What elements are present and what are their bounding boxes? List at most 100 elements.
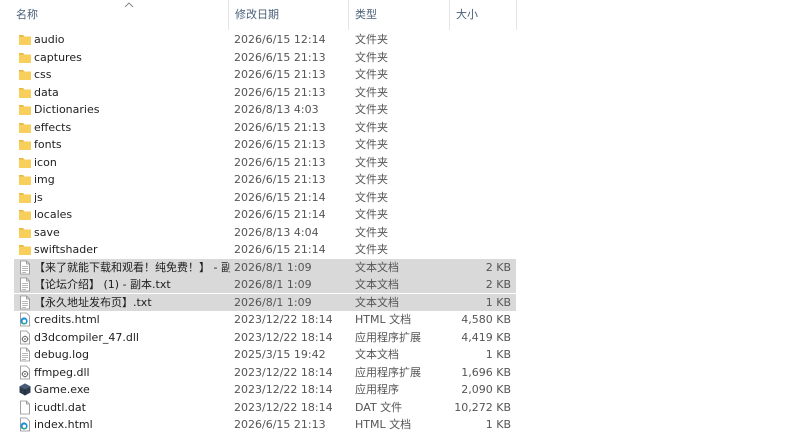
file-modified-date: 2026/6/15 12:14 [234, 33, 326, 46]
text-file-icon [18, 295, 32, 310]
text-file-icon [18, 260, 32, 275]
file-type: 文件夹 [355, 155, 388, 169]
folder-icon [18, 50, 32, 65]
folder-icon [18, 242, 32, 257]
file-row[interactable]: index.html 2026/6/15 21:13 HTML 文档 1 KB [14, 416, 516, 433]
file-size: 1 KB [485, 348, 511, 361]
file-row[interactable]: js 2026/6/15 21:14 文件夹 [14, 189, 516, 206]
file-row[interactable]: icon 2026/6/15 21:13 文件夹 [14, 154, 516, 171]
file-name: 【来了就能下载和观看！纯免费！】 - 副... [34, 260, 230, 274]
file-size [450, 189, 511, 206]
file-row[interactable]: locales 2026/6/15 21:14 文件夹 [14, 206, 516, 223]
file-row[interactable]: swiftshader 2026/6/15 21:14 文件夹 [14, 241, 516, 258]
file-name: icon [34, 155, 57, 169]
column-header-type[interactable]: 类型 [348, 0, 449, 30]
file-size: 2,090 KB [461, 383, 511, 396]
file-size: 1,696 KB [461, 365, 511, 379]
folder-icon [18, 102, 32, 117]
file-size [450, 171, 511, 188]
file-name: icudtl.dat [34, 400, 86, 414]
file-name: 【论坛介绍】 (1) - 副本.txt [34, 278, 171, 291]
folder-icon [18, 67, 32, 82]
file-type: DAT 文件 [355, 400, 403, 414]
file-size: 1 KB [485, 295, 511, 309]
file-type: 文本文档 [355, 278, 399, 291]
file-type: 文件夹 [355, 33, 388, 46]
file-row[interactable]: ffmpeg.dll 2023/12/22 18:14 应用程序扩展 1,696… [14, 364, 516, 381]
file-name: fonts [34, 138, 62, 151]
file-size: 2 KB [485, 260, 511, 274]
file-size [450, 241, 511, 258]
file-row[interactable]: debug.log 2025/3/15 19:42 文本文档 1 KB [14, 346, 516, 363]
file-type: 文件夹 [355, 103, 388, 116]
file-row[interactable]: 【论坛介绍】 (1) - 副本.txt 2026/8/1 1:09 文本文档 2… [14, 276, 516, 293]
file-type: 文件夹 [355, 173, 388, 186]
file-name: js [34, 190, 43, 204]
edge-html-icon [18, 312, 32, 327]
column-header-type-label: 类型 [355, 8, 377, 21]
file-name: save [34, 225, 60, 239]
file-size: 4,419 KB [461, 330, 511, 344]
file-size: 1 KB [485, 418, 511, 431]
column-header-size[interactable]: 大小 [449, 0, 517, 30]
file-row[interactable]: css 2026/6/15 21:13 文件夹 [14, 66, 516, 83]
file-name: 【永久地址发布页】.txt [34, 295, 152, 309]
file-name: Game.exe [34, 383, 90, 396]
file-size [450, 119, 511, 136]
file-name: css [34, 68, 52, 81]
file-modified-date: 2026/8/1 1:09 [234, 260, 312, 274]
column-header-name[interactable]: 名称 [10, 0, 225, 30]
file-row[interactable]: icudtl.dat 2023/12/22 18:14 DAT 文件 10,27… [14, 399, 516, 416]
file-type: 文件夹 [355, 138, 388, 151]
file-row[interactable]: 【永久地址发布页】.txt 2026/8/1 1:09 文本文档 1 KB [14, 293, 516, 311]
file-row[interactable]: data 2026/6/15 21:13 文件夹 [14, 84, 516, 101]
file-type: 文件夹 [355, 208, 388, 221]
file-name: credits.html [34, 313, 100, 326]
file-modified-date: 2026/6/15 21:14 [234, 208, 326, 221]
file-name: captures [34, 50, 82, 64]
file-row[interactable]: audio 2026/6/15 12:14 文件夹 [14, 31, 516, 48]
file-modified-date: 2026/8/1 1:09 [234, 278, 312, 291]
file-size: 4,580 KB [461, 313, 511, 326]
file-type: 应用程序扩展 [355, 330, 421, 344]
file-modified-date: 2023/12/22 18:14 [234, 313, 333, 326]
file-name: locales [34, 208, 73, 221]
file-row[interactable]: effects 2026/6/15 21:13 文件夹 [14, 119, 516, 136]
file-name: data [34, 85, 59, 99]
file-modified-date: 2026/6/15 21:13 [234, 120, 326, 134]
file-row[interactable]: captures 2026/6/15 21:13 文件夹 [14, 49, 516, 66]
file-size [450, 154, 511, 171]
column-header-name-label: 名称 [16, 8, 38, 21]
folder-icon [18, 120, 32, 135]
file-row[interactable]: 【来了就能下载和观看！纯免费！】 - 副... 2026/8/1 1:09 文本… [14, 258, 516, 276]
file-modified-date: 2025/3/15 19:42 [234, 348, 326, 361]
file-row[interactable]: save 2026/8/13 4:04 文件夹 [14, 224, 516, 241]
file-size [450, 136, 511, 153]
file-row[interactable]: Game.exe 2023/12/22 18:14 应用程序 2,090 KB [14, 381, 516, 398]
file-name: index.html [34, 418, 93, 431]
file-modified-date: 2026/6/15 21:13 [234, 50, 326, 64]
text-file-icon [18, 277, 32, 292]
file-name: effects [34, 120, 72, 134]
file-size [450, 206, 511, 223]
file-row[interactable]: credits.html 2023/12/22 18:14 HTML 文档 4,… [14, 311, 516, 328]
file-row[interactable]: img 2026/6/15 21:13 文件夹 [14, 171, 516, 188]
file-type: HTML 文档 [355, 313, 412, 326]
file-size [450, 84, 511, 101]
file-modified-date: 2026/8/13 4:03 [234, 103, 319, 116]
folder-icon [18, 137, 32, 152]
file-type: 文件夹 [355, 120, 388, 134]
file-modified-date: 2026/6/15 21:13 [234, 155, 326, 169]
file-modified-date: 2023/12/22 18:14 [234, 383, 333, 396]
file-modified-date: 2026/6/15 21:14 [234, 190, 326, 204]
file-row[interactable]: d3dcompiler_47.dll 2023/12/22 18:14 应用程序… [14, 329, 516, 346]
file-modified-date: 2023/12/22 18:14 [234, 365, 333, 379]
column-header-date[interactable]: 修改日期 [228, 0, 347, 30]
file-row[interactable]: Dictionaries 2026/8/13 4:03 文件夹 [14, 101, 516, 118]
dll-file-icon [18, 365, 32, 380]
column-header-bar: 名称 修改日期 类型 大小 [0, 0, 800, 30]
file-type: 应用程序 [355, 383, 399, 396]
file-row[interactable]: fonts 2026/6/15 21:13 文件夹 [14, 136, 516, 153]
folder-icon [18, 225, 32, 240]
file-size [450, 66, 511, 83]
